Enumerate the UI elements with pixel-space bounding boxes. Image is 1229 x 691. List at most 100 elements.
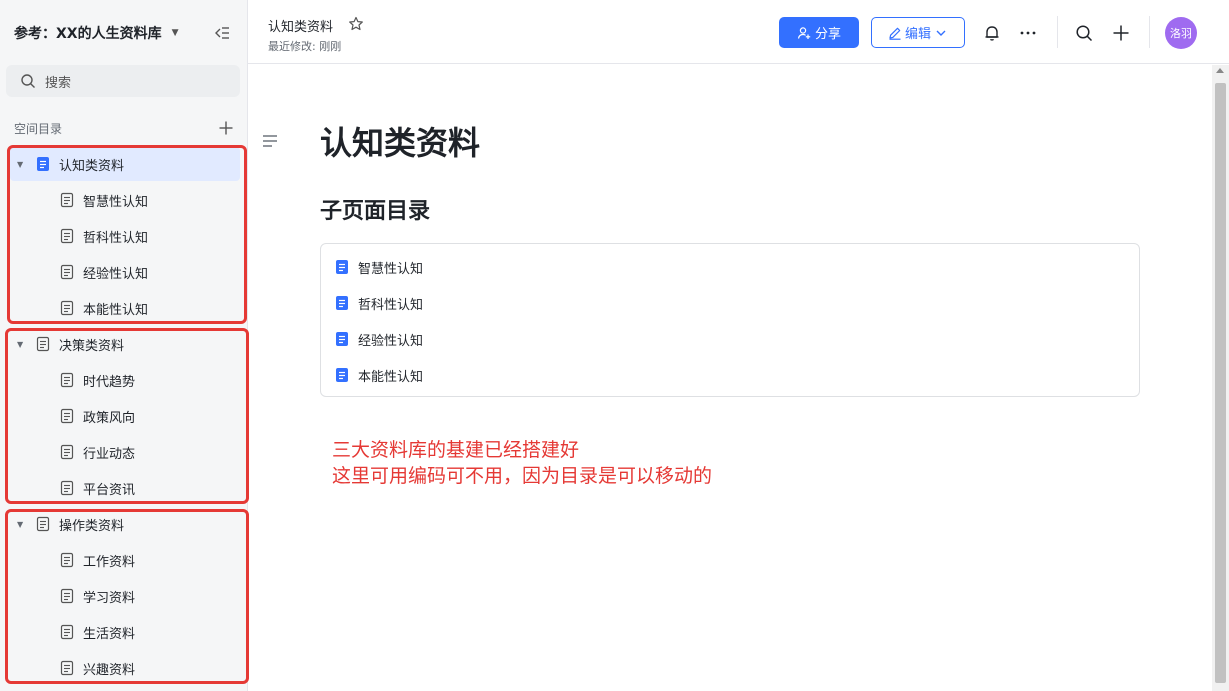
doc-outline-icon: [36, 516, 50, 532]
expand-triangle-icon[interactable]: ▼: [17, 340, 27, 349]
search-input[interactable]: 搜索: [6, 65, 240, 97]
search-icon: [21, 74, 35, 88]
annotation-line: 这里可用编码可不用，因为目录是可以移动的: [332, 465, 713, 487]
tree-node-child[interactable]: 行业动态: [0, 434, 248, 470]
tree-node-child[interactable]: 平台资讯: [0, 470, 248, 506]
doc-filled-icon: [37, 157, 49, 171]
doc-filled-icon: [336, 368, 348, 382]
tree-node-child[interactable]: 学习资料: [0, 578, 248, 614]
scrollbar[interactable]: [1212, 65, 1229, 691]
tree-group-operation: ▼ 操作类资料 工作资料 学习资料 生活资料 兴趣资料: [0, 506, 248, 686]
tree-node-label: 行业动态: [83, 446, 136, 462]
doc-outline-icon: [60, 480, 74, 496]
tree-node-label: 操作类资料: [59, 518, 125, 534]
subpage-label: 哲科性认知: [358, 297, 424, 313]
tree-node-label: 决策类资料: [59, 338, 125, 354]
tree-node-child[interactable]: 生活资料: [0, 614, 248, 650]
sidebar: 参考：XX的人生资料库 ▼ 搜索 空间目录 ▼ 认知类资料 智慧性认知 哲科性认…: [0, 0, 248, 691]
doc-outline-icon: [60, 552, 74, 568]
tree-node-decision[interactable]: ▼ 决策类资料: [0, 326, 248, 362]
space-title: 参考：XX的人生资料库: [14, 26, 162, 42]
tree-node-label: 生活资料: [83, 626, 136, 642]
add-user-icon: [797, 26, 811, 39]
tree-node-cognition[interactable]: ▼ 认知类资料: [10, 147, 240, 181]
directory-tree: ▼ 认知类资料 智慧性认知 哲科性认知 经验性认知 本能性认知 ▼ 决策类资料 …: [0, 146, 248, 686]
subpage-link[interactable]: 经验性认知: [321, 321, 1139, 357]
bell-icon[interactable]: [983, 24, 1001, 42]
edit-label: 编辑: [904, 27, 931, 42]
doc-title: 认知类资料: [268, 20, 334, 35]
tree-node-child[interactable]: 本能性认知: [0, 290, 248, 326]
subpage-label: 本能性认知: [358, 369, 424, 385]
doc-outline-icon: [36, 336, 50, 352]
subpage-list: 智慧性认知 哲科性认知 经验性认知 本能性认知: [320, 243, 1140, 397]
doc-outline-icon: [60, 192, 74, 208]
doc-outline-icon: [60, 228, 74, 244]
subpages-heading: 子页面目录: [320, 199, 431, 224]
subpage-label: 经验性认知: [358, 333, 424, 349]
tree-node-child[interactable]: 哲科性认知: [0, 218, 248, 254]
collapse-sidebar-icon[interactable]: [214, 25, 230, 41]
expand-triangle-icon[interactable]: ▼: [17, 160, 27, 169]
tree-node-child[interactable]: 兴趣资料: [0, 650, 248, 686]
app-window: 参考：XX的人生资料库 ▼ 搜索 空间目录 ▼ 认知类资料 智慧性认知 哲科性认…: [0, 0, 1229, 691]
tree-node-operation[interactable]: ▼ 操作类资料: [0, 506, 248, 542]
directory-header: 空间目录: [14, 118, 236, 138]
tree-node-label: 哲科性认知: [83, 230, 149, 246]
directory-label: 空间目录: [14, 121, 63, 136]
tree-node-child[interactable]: 时代趋势: [0, 362, 248, 398]
tree-node-child[interactable]: 经验性认知: [0, 254, 248, 290]
subpage-link[interactable]: 智慧性认知: [321, 249, 1139, 285]
doc-outline-icon: [60, 444, 74, 460]
toolbar-divider: [1149, 16, 1150, 48]
tree-node-label: 工作资料: [83, 554, 136, 570]
space-switcher[interactable]: 参考：XX的人生资料库 ▼: [14, 22, 236, 44]
star-icon[interactable]: [348, 16, 364, 32]
tree-node-label: 本能性认知: [83, 302, 149, 318]
tree-node-label: 经验性认知: [83, 266, 149, 282]
toolbar-divider: [1057, 16, 1058, 48]
doc-outline-icon: [60, 408, 74, 424]
page-title: 认知类资料: [320, 124, 481, 162]
doc-outline-icon: [60, 660, 74, 676]
doc-filled-icon: [336, 260, 348, 274]
tree-node-label: 学习资料: [83, 590, 136, 606]
doc-filled-icon: [336, 296, 348, 310]
tree-node-child[interactable]: 政策风向: [0, 398, 248, 434]
tree-node-label: 政策风向: [83, 410, 136, 426]
add-page-icon[interactable]: [218, 120, 234, 136]
caret-down-icon: ▼: [171, 28, 179, 38]
avatar[interactable]: 洛羽: [1165, 17, 1197, 49]
search-placeholder: 搜索: [45, 75, 72, 91]
tree-node-label: 智慧性认知: [83, 194, 149, 210]
doc-outline-icon: [60, 624, 74, 640]
doc-filled-icon: [336, 332, 348, 346]
outline-toggle-icon[interactable]: [262, 134, 278, 148]
search-icon[interactable]: [1075, 24, 1093, 42]
subpage-link[interactable]: 本能性认知: [321, 357, 1139, 393]
tree-node-label: 平台资讯: [83, 482, 136, 498]
plus-icon[interactable]: [1112, 24, 1130, 42]
chevron-down-icon: [936, 30, 946, 36]
share-label: 分享: [814, 27, 841, 42]
tree-group-decision: ▼ 决策类资料 时代趋势 政策风向 行业动态 平台资讯: [0, 326, 248, 506]
doc-outline-icon: [60, 264, 74, 280]
tree-node-child[interactable]: 智慧性认知: [0, 182, 248, 218]
share-button[interactable]: 分享: [779, 17, 859, 48]
tree-node-label: 时代趋势: [83, 374, 136, 390]
more-icon[interactable]: [1019, 24, 1037, 42]
tree-node-child[interactable]: 工作资料: [0, 542, 248, 578]
expand-triangle-icon[interactable]: ▼: [17, 520, 27, 529]
last-modified: 最近修改: 刚刚: [268, 40, 342, 53]
subpage-label: 智慧性认知: [358, 261, 424, 277]
tree-group-cognition: ▼ 认知类资料 智慧性认知 哲科性认知 经验性认知 本能性认知: [0, 147, 248, 326]
scroll-thumb[interactable]: [1215, 83, 1226, 683]
annotation-note: 三大资料库的基建已经搭建好 这里可用编码可不用，因为目录是可以移动的: [332, 437, 712, 489]
doc-outline-icon: [60, 300, 74, 316]
doc-outline-icon: [60, 372, 74, 388]
scroll-up-arrow-icon[interactable]: [1216, 68, 1224, 73]
avatar-text: 洛羽: [1170, 27, 1192, 40]
subpage-link[interactable]: 哲科性认知: [321, 285, 1139, 321]
doc-outline-icon: [60, 588, 74, 604]
edit-button[interactable]: 编辑: [871, 17, 965, 48]
